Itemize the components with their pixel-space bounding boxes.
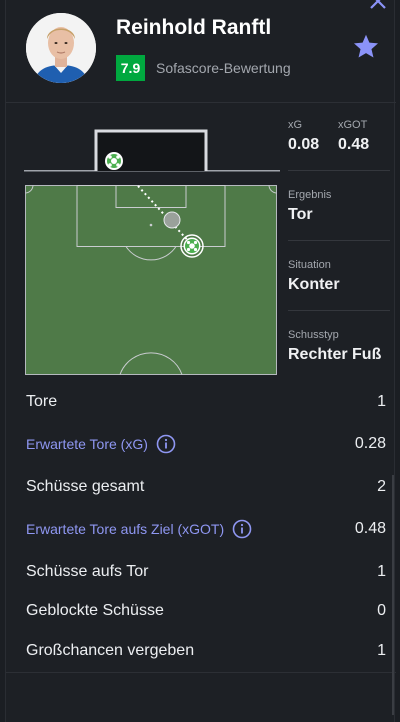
shot-type-block: Schusstyp Rechter Fuß [288,329,392,364]
stat-link-xg[interactable]: Erwartete Tore (xG) [26,436,148,452]
stat-value: 1 [377,563,386,580]
player-photo-icon [26,13,96,83]
stat-value: 1 [377,393,386,410]
shot-map-pitch [25,185,277,375]
divider [6,672,396,673]
divider [288,170,390,171]
stat-value: 2 [377,478,386,495]
scrollbar[interactable] [392,475,394,715]
divider [288,240,390,241]
stat-row-xgot: Erwartete Tore aufs Ziel (xGOT) 0.48 [26,509,386,549]
player-avatar[interactable] [26,13,96,83]
close-icon[interactable] [368,0,388,10]
goal-ball-icon [105,152,123,170]
shot-type-value: Rechter Fuß [288,346,382,363]
rating-label: Sofascore-Bewertung [156,60,291,76]
result-value: Tor [288,206,313,223]
stat-label: Schüsse aufs Tor [26,563,149,580]
stat-row-goals: Tore 1 [26,382,386,422]
info-icon[interactable] [156,434,176,454]
xg-label: xG [288,119,303,131]
stat-row-big-chances-missed: Großchancen vergeben 1 [26,631,386,671]
situation-label: Situation [288,259,331,271]
shot-type-label: Schusstyp [288,329,339,341]
stat-row-shots-on-target: Schüsse aufs Tor 1 [26,552,386,592]
xgot-label: xGOT [338,119,368,131]
situation-block: Situation Konter [288,259,392,294]
xg-value: 0.08 [288,136,320,153]
stat-row-total-shots: Schüsse gesamt 2 [26,467,386,507]
player-name[interactable]: Reinhold Ranftl [116,16,271,40]
player-shot-panel: Reinhold Ranftl 7.9 Sofascore-Bewertung [5,0,396,722]
stat-row-xg: Erwartete Tore (xG) 0.28 [26,424,386,464]
info-icon[interactable] [232,519,252,539]
player-header: Reinhold Ranftl 7.9 Sofascore-Bewertung [6,0,396,103]
stat-value: 0.48 [354,520,386,537]
stat-value: 0.28 [354,435,386,452]
stat-link-xgot[interactable]: Erwartete Tore aufs Ziel (xGOT) [26,521,224,537]
xgot-value: 0.48 [338,136,370,153]
shot-marker[interactable] [163,211,181,229]
divider [288,310,390,311]
star-icon[interactable] [352,33,380,61]
stat-row-blocked-shots: Geblockte Schüsse 0 [26,591,386,631]
result-block: Ergebnis Tor [288,189,392,224]
rating-badge: 7.9 [116,55,145,81]
stat-label: Großchancen vergeben [26,642,195,659]
stat-label: Geblockte Schüsse [26,602,164,619]
goal-frame [24,129,280,172]
stat-label: Schüsse gesamt [26,478,145,495]
result-label: Ergebnis [288,189,332,201]
stat-label: Tore [26,393,58,410]
shot-ball-icon[interactable] [180,234,204,258]
situation-value: Konter [288,276,340,293]
stat-value: 0 [377,602,386,619]
stat-value: 1 [377,642,386,659]
